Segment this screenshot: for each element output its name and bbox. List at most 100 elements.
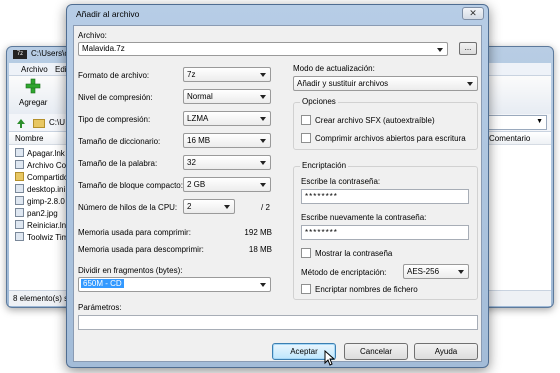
chevron-down-icon [260, 161, 266, 165]
memory-compress-value: 192 MB [244, 228, 272, 237]
file-row[interactable]: Archivo Co [15, 160, 66, 171]
column-header-name[interactable]: Nombre [15, 134, 43, 143]
format-select[interactable]: 7z [183, 67, 271, 82]
chevron-down-icon [260, 95, 266, 99]
solid-block-label: Tamaño de bloque compacto: [78, 181, 183, 190]
path-dropdown[interactable]: ▼ [487, 115, 547, 130]
encryption-method-label: Método de encriptación: [301, 268, 387, 277]
show-password-label[interactable]: Mostrar la contraseña [315, 249, 392, 258]
parameters-label: Parámetros: [78, 303, 122, 312]
level-select[interactable]: Normal [183, 89, 271, 104]
file-icon [15, 148, 24, 157]
folder-icon [33, 119, 45, 128]
file-row[interactable]: Reiniciar.lnl [15, 220, 68, 231]
solid-block-select[interactable]: 2 GB [183, 177, 271, 192]
word-size-select[interactable]: 32 [183, 155, 271, 170]
level-value: Normal [187, 92, 213, 101]
chevron-down-icon [260, 139, 266, 143]
format-value: 7z [187, 70, 196, 79]
chevron-down-icon [260, 73, 266, 77]
update-mode-value: Añadir y sustituir archivos [297, 79, 389, 88]
file-icon [15, 220, 24, 229]
file-row[interactable]: Compartido [15, 172, 68, 183]
dictionary-select[interactable]: 16 MB [183, 133, 271, 148]
folder-icon [15, 172, 24, 181]
reenter-password-label: Escribe nuevamente la contraseña: [301, 213, 427, 222]
image-file-icon [15, 208, 24, 217]
help-button[interactable]: Ayuda [414, 343, 478, 360]
sfx-label[interactable]: Crear archivo SFX (autoextraíble) [315, 116, 435, 125]
file-row[interactable]: desktop.ini [15, 184, 65, 195]
chevron-down-icon [260, 283, 266, 287]
file-row[interactable]: Toolwiz Tim [15, 232, 68, 243]
update-mode-select[interactable]: Añadir y sustituir archivos [293, 76, 478, 91]
chevron-down-icon[interactable] [437, 48, 443, 52]
method-value: LZMA [187, 114, 209, 123]
file-name: Compartido [27, 173, 69, 182]
file-name: Toolwiz Tim [27, 233, 69, 242]
archive-name-input[interactable]: Malavida.7z [78, 42, 448, 56]
file-icon [15, 232, 24, 241]
password-label: Escribe la contraseña: [301, 177, 381, 186]
file-name: Apagar.lnk [27, 149, 65, 158]
chevron-down-icon: ▼ [536, 118, 543, 125]
split-value: 650M - CD [81, 279, 124, 288]
sfx-checkbox[interactable] [301, 115, 311, 125]
encryption-method-select[interactable]: AES-256 [403, 264, 469, 279]
file-icon [15, 184, 24, 193]
reenter-password-value: ******** [305, 228, 338, 237]
memory-decompress-value: 18 MB [248, 245, 272, 254]
current-path[interactable]: C:\U [49, 118, 65, 127]
split-label: Dividir en fragmentos (bytes): [78, 266, 183, 275]
file-name: Reiniciar.lnl [27, 221, 68, 230]
encryption-method-value: AES-256 [407, 267, 440, 276]
encryption-group-title: Encriptación [300, 161, 349, 170]
shared-files-label[interactable]: Comprimir archivos abiertos para escritu… [315, 134, 466, 143]
encrypt-filenames-label[interactable]: Encriptar nombres de fichero [315, 285, 418, 294]
threads-label: Número de hilos de la CPU: [78, 203, 178, 212]
menu-archivo[interactable]: Archivo [21, 65, 48, 74]
close-icon: ✕ [469, 8, 477, 18]
mouse-cursor-icon [324, 350, 336, 366]
chevron-down-icon [260, 183, 266, 187]
dictionary-value: 16 MB [187, 136, 211, 145]
split-volumes-input[interactable]: 650M - CD [78, 277, 271, 292]
format-label: Formato de archivo: [78, 71, 150, 80]
method-select[interactable]: LZMA [183, 111, 271, 126]
file-icon [15, 160, 24, 169]
method-label: Tipo de compresión: [78, 115, 151, 124]
column-header-comment[interactable]: Comentario [489, 134, 530, 143]
add-to-archive-dialog: Añadir al archivo ✕ Archivo: Malavida.7z… [66, 4, 489, 368]
green-plus-icon[interactable] [25, 78, 41, 94]
chevron-down-icon [458, 270, 464, 274]
password-value: ******** [305, 192, 338, 201]
file-name: desktop.ini [27, 185, 66, 194]
encrypt-filenames-checkbox[interactable] [301, 284, 311, 294]
up-folder-icon[interactable] [15, 117, 27, 129]
password-input[interactable]: ******** [301, 189, 469, 204]
chevron-down-icon [260, 117, 266, 121]
close-button[interactable]: ✕ [462, 7, 484, 20]
word-size-value: 32 [187, 158, 196, 167]
file-row[interactable]: Apagar.lnk [15, 148, 65, 159]
memory-compress-label: Memoria usada para comprimir: [78, 228, 191, 237]
threads-total: / 2 [261, 203, 270, 212]
cancel-button[interactable]: Cancelar [344, 343, 408, 360]
solid-block-value: 2 GB [187, 180, 206, 189]
threads-select[interactable]: 2 [183, 199, 235, 214]
parameters-input[interactable] [78, 315, 478, 330]
file-row[interactable]: pan2.jpg [15, 208, 58, 219]
archive-label: Archivo: [78, 31, 107, 40]
shared-files-checkbox[interactable] [301, 133, 311, 143]
file-icon [15, 196, 24, 205]
7zip-app-icon: 7z [13, 50, 27, 59]
browse-button[interactable]: ... [459, 42, 477, 55]
show-password-checkbox[interactable] [301, 248, 311, 258]
dictionary-label: Tamaño de diccionario: [78, 137, 161, 146]
file-name: pan2.jpg [27, 209, 58, 218]
level-label: Nivel de compresión: [78, 93, 153, 102]
reenter-password-input[interactable]: ******** [301, 225, 469, 240]
file-row[interactable]: gimp-2.8.0 [15, 196, 65, 207]
add-button-label[interactable]: Agregar [19, 98, 47, 107]
status-text: 8 elemento(s) se [13, 294, 73, 303]
